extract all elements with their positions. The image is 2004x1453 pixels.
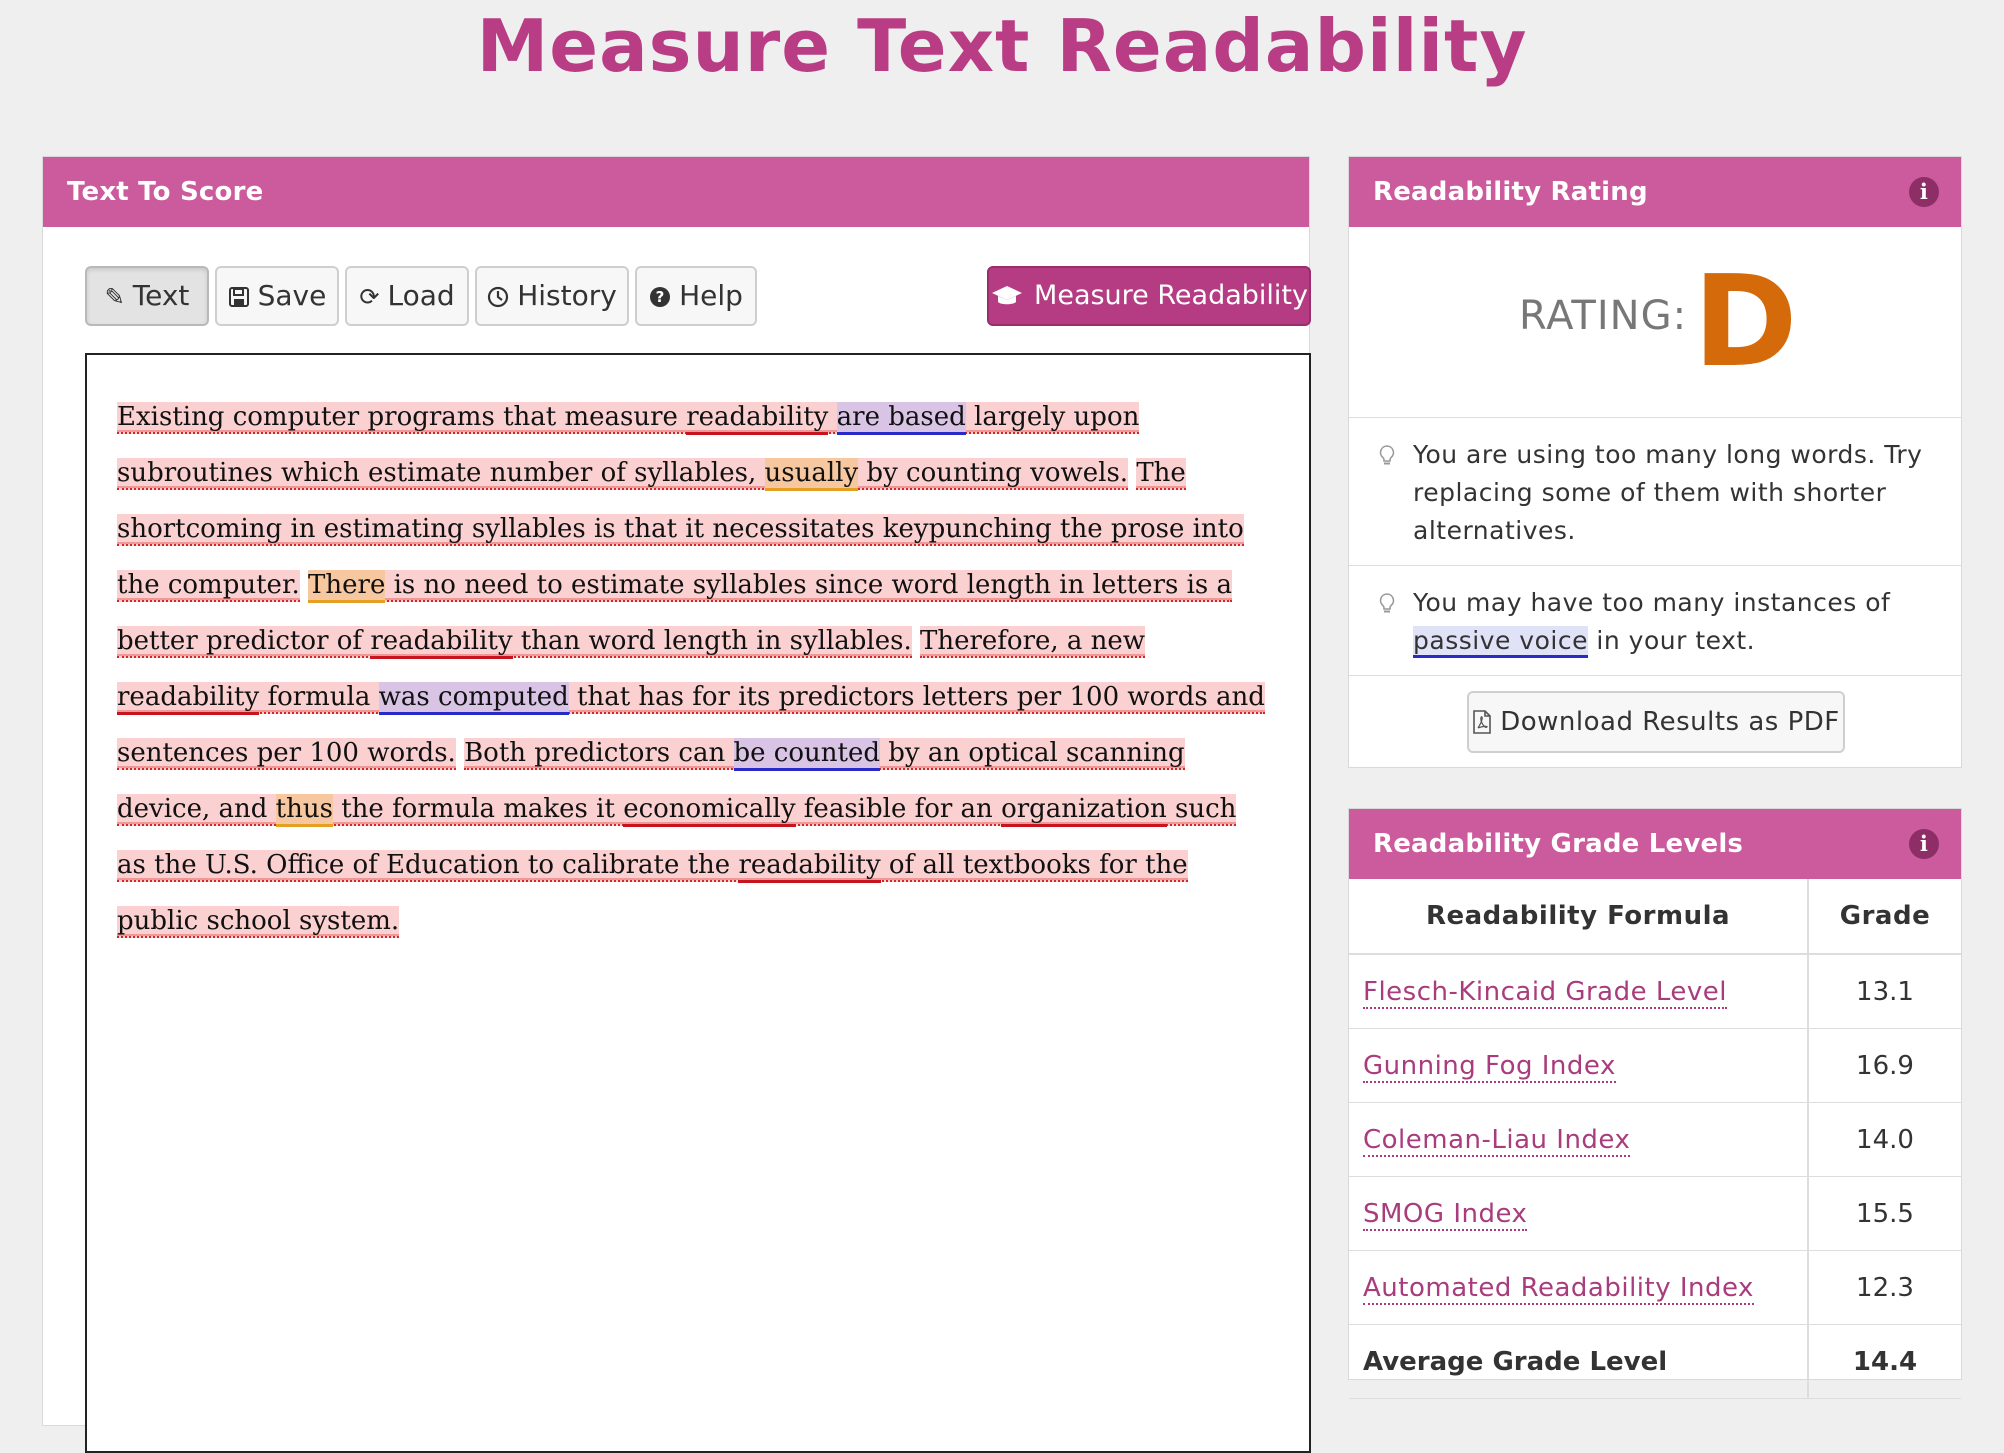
lightbulb-icon <box>1379 442 1395 480</box>
sentence-text: Existing computer programs that measure <box>117 402 687 432</box>
readability-rating-panel: Readability Rating i RATING: D You are u… <box>1348 156 1962 768</box>
formula-link[interactable]: Gunning Fog Index <box>1363 1050 1616 1083</box>
table-row: Gunning Fog Index 16.9 <box>1349 1028 1961 1103</box>
text-content: Existing computer programs that measure … <box>117 389 1267 949</box>
info-icon[interactable]: i <box>1909 177 1939 207</box>
formula-link[interactable]: Automated Readability Index <box>1363 1272 1754 1305</box>
readability-grade-levels-panel: Readability Grade Levels i Readability F… <box>1348 808 1962 1399</box>
tip-passive-voice-suffix: in your text. <box>1587 626 1756 655</box>
help-button-label: Help <box>679 279 743 312</box>
load-button-label: Load <box>387 279 455 312</box>
table-header-row: Readability Formula Grade <box>1349 879 1961 955</box>
formula-cell: SMOG Index <box>1349 1176 1809 1251</box>
passive-word-highlight: be counted <box>733 738 880 771</box>
save-button-label: Save <box>257 279 327 312</box>
long-word-highlight: readability <box>117 682 260 715</box>
grade-cell: 13.1 <box>1808 954 1961 1029</box>
sentence-text: the formula makes it <box>332 794 624 824</box>
average-label: Average Grade Level <box>1349 1324 1809 1399</box>
formula-link[interactable]: Coleman-Liau Index <box>1363 1124 1631 1157</box>
long-word-highlight: readability <box>738 850 881 883</box>
download-pdf-button[interactable]: Download Results as PDF <box>1467 691 1845 753</box>
info-icon[interactable]: i <box>1909 829 1939 859</box>
formula-link[interactable]: Flesch-Kincaid Grade Level <box>1363 976 1728 1009</box>
grade-levels-table: Readability Formula Grade Flesch-Kincaid… <box>1349 879 1961 1399</box>
long-word-highlight: readability <box>370 626 513 659</box>
long-word-highlight: organization <box>1001 794 1167 827</box>
pencil-icon: ✎ <box>104 283 125 311</box>
sentence-text: than word length in syllables. <box>512 626 912 656</box>
grade-cell: 14.0 <box>1808 1102 1961 1177</box>
grade-cell: 15.5 <box>1808 1176 1961 1251</box>
history-button-label: History <box>517 279 617 312</box>
tip-passive-voice: You may have too many instances of passi… <box>1349 566 1961 676</box>
grade-levels-header: Readability Grade Levels i <box>1349 809 1961 879</box>
grade-cell: 16.9 <box>1808 1028 1961 1103</box>
floppy-disk-icon <box>228 269 250 325</box>
page-title: Measure Text Readability <box>476 4 1528 88</box>
clock-icon <box>487 269 509 325</box>
readability-rating-header: Readability Rating i <box>1349 157 1961 227</box>
rating-value: D <box>1693 248 1798 395</box>
graduation-cap-icon <box>990 268 1024 324</box>
table-row: Coleman-Liau Index 14.0 <box>1349 1102 1961 1177</box>
tip-passive-voice-prefix: You may have too many instances of <box>1413 588 1891 617</box>
text-to-score-panel: Text To Score ✎ Text Save ⟳ Load History ?… <box>42 156 1311 1453</box>
readability-rating-title: Readability Rating <box>1373 177 1648 207</box>
measure-readability-label: Measure Readability <box>1034 280 1308 311</box>
formula-cell: Automated Readability Index <box>1349 1250 1809 1325</box>
formula-link[interactable]: SMOG Index <box>1363 1198 1528 1231</box>
load-button[interactable]: ⟳ Load <box>345 266 469 326</box>
col-header-grade: Grade <box>1808 879 1961 955</box>
text-button[interactable]: ✎ Text <box>85 266 209 326</box>
refresh-icon: ⟳ <box>359 283 380 311</box>
average-value: 14.4 <box>1808 1324 1961 1399</box>
table-row: Automated Readability Index 12.3 <box>1349 1250 1961 1325</box>
text-button-label: Text <box>132 279 190 312</box>
sentence-text: Therefore, a new <box>920 626 1146 656</box>
toolbar: ✎ Text Save ⟳ Load History ? Help Measure … <box>85 266 1311 328</box>
adverb-word-highlight: thus <box>275 794 333 827</box>
adverb-word-highlight: usually <box>764 458 859 491</box>
table-row: SMOG Index 15.5 <box>1349 1176 1961 1251</box>
grades-body: Flesch-Kincaid Grade Level 13.1 Gunning Fo… <box>1349 954 1961 1399</box>
rating-box: RATING: D <box>1349 227 1961 418</box>
formula-cell: Flesch-Kincaid Grade Level <box>1349 954 1809 1029</box>
passive-voice-highlight: passive voice <box>1413 626 1588 658</box>
col-header-formula: Readability Formula <box>1349 879 1809 955</box>
passive-word-highlight: was computed <box>378 682 569 715</box>
tip-long-words: You are using too many long words. Try r… <box>1349 418 1961 566</box>
adverb-word-highlight: There <box>308 570 386 603</box>
long-word-highlight: readability <box>686 402 829 435</box>
tip-long-words-text: You are using too many long words. Try r… <box>1413 440 1923 545</box>
svg-text:?: ? <box>656 288 665 306</box>
long-word-highlight: economically <box>623 794 796 827</box>
download-pdf-label: Download Results as PDF <box>1500 707 1840 737</box>
text-input-area[interactable]: Existing computer programs that measure … <box>85 353 1311 1453</box>
sentence-text: formula <box>259 682 379 712</box>
grade-cell: 12.3 <box>1808 1250 1961 1325</box>
rating-label: RATING: <box>1519 293 1688 339</box>
highlighted-sentence: Existing computer programs that measure … <box>117 402 1140 491</box>
history-button[interactable]: History <box>475 266 629 326</box>
pdf-file-icon <box>1472 693 1492 751</box>
save-button[interactable]: Save <box>215 266 339 326</box>
measure-readability-button[interactable]: Measure Readability <box>987 266 1311 326</box>
question-circle-icon: ? <box>649 269 671 325</box>
sentence-text: feasible for an <box>795 794 1002 824</box>
grade-levels-title: Readability Grade Levels <box>1373 829 1744 859</box>
sentence-text: by counting vowels. <box>858 458 1129 488</box>
table-row: Flesch-Kincaid Grade Level 13.1 <box>1349 954 1961 1029</box>
formula-cell: Coleman-Liau Index <box>1349 1102 1809 1177</box>
sentence-text: Both predictors can <box>464 738 734 768</box>
help-button[interactable]: ? Help <box>635 266 757 326</box>
lightbulb-icon <box>1379 590 1395 628</box>
average-row: Average Grade Level 14.4 <box>1349 1324 1961 1399</box>
sentence-text <box>828 402 836 432</box>
text-to-score-header: Text To Score <box>43 157 1309 227</box>
passive-word-highlight: are based <box>836 402 966 435</box>
formula-cell: Gunning Fog Index <box>1349 1028 1809 1103</box>
